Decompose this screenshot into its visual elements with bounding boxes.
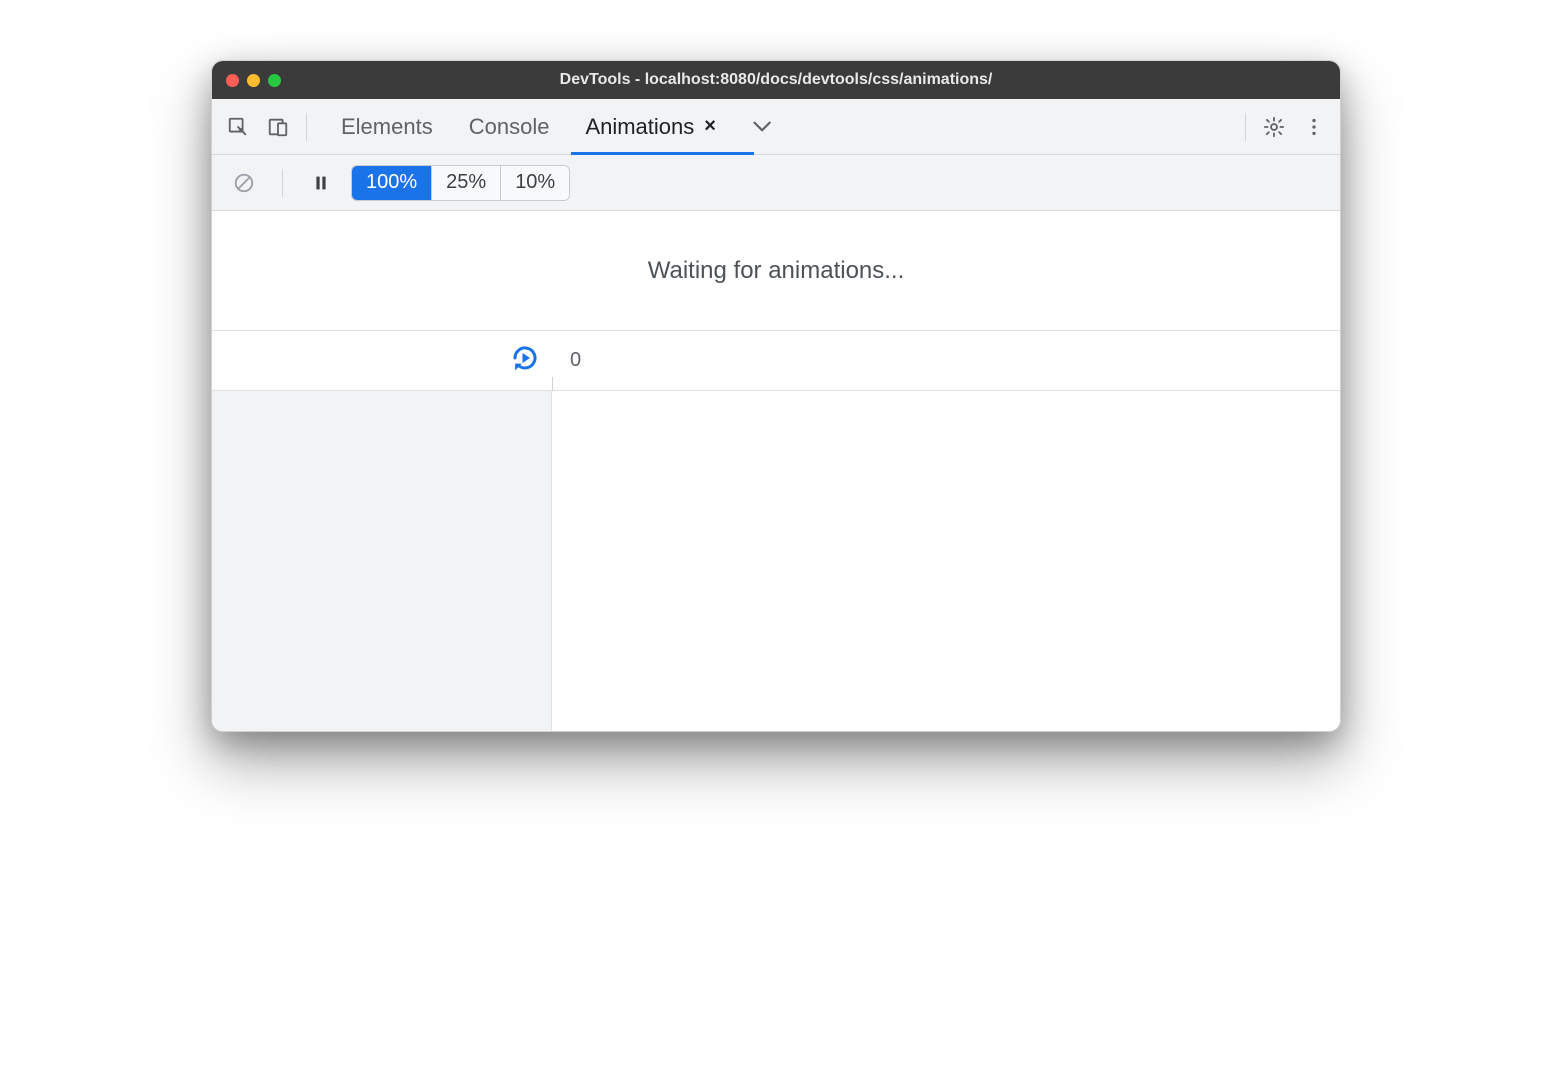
close-icon[interactable]: × — [704, 115, 716, 138]
speed-label: 100% — [366, 171, 417, 194]
tick-label-0: 0 — [570, 349, 581, 372]
timeline-pane[interactable] — [552, 391, 1340, 731]
divider — [282, 169, 283, 197]
tab-label: Console — [469, 114, 550, 140]
minimize-window-button[interactable] — [247, 74, 260, 87]
speed-label: 10% — [515, 171, 555, 194]
tab-label: Animations — [585, 114, 694, 140]
inspect-element-icon[interactable] — [218, 107, 258, 147]
window-title: DevTools - localhost:8080/docs/devtools/… — [212, 71, 1340, 89]
traffic-lights — [226, 74, 281, 87]
devtools-window: DevTools - localhost:8080/docs/devtools/… — [211, 60, 1341, 732]
waiting-message: Waiting for animations... — [212, 211, 1340, 331]
pause-icon[interactable] — [301, 163, 341, 203]
tab-label: Elements — [341, 114, 433, 140]
speed-25-button[interactable]: 25% — [431, 166, 500, 200]
kebab-menu-icon[interactable] — [1294, 107, 1334, 147]
animation-list-pane — [212, 391, 552, 731]
divider — [1245, 113, 1246, 141]
replay-icon[interactable] — [510, 343, 540, 378]
zoom-window-button[interactable] — [268, 74, 281, 87]
waiting-text: Waiting for animations... — [648, 257, 905, 285]
timeline-ruler[interactable]: 0 — [552, 331, 1340, 390]
more-tabs-icon[interactable] — [748, 107, 774, 147]
right-actions — [1237, 107, 1334, 147]
tabs: Elements Console Animations × — [337, 102, 1237, 152]
speed-group: 100% 25% 10% — [351, 165, 570, 201]
tab-elements[interactable]: Elements — [337, 102, 437, 152]
timeline-header-left — [212, 343, 552, 378]
titlebar: DevTools - localhost:8080/docs/devtools/… — [212, 61, 1340, 99]
timeline-header: 0 — [212, 331, 1340, 391]
speed-label: 25% — [446, 171, 486, 194]
main-tabstrip: Elements Console Animations × — [212, 99, 1340, 155]
speed-10-button[interactable]: 10% — [500, 166, 569, 200]
divider — [306, 113, 307, 141]
tab-console[interactable]: Console — [465, 102, 554, 152]
tick-line — [552, 377, 553, 391]
tab-animations[interactable]: Animations × — [581, 102, 720, 152]
timeline-body — [212, 391, 1340, 731]
device-toolbar-icon[interactable] — [258, 107, 298, 147]
close-window-button[interactable] — [226, 74, 239, 87]
speed-100-button[interactable]: 100% — [352, 166, 431, 200]
gear-icon[interactable] — [1254, 107, 1294, 147]
animations-toolbar: 100% 25% 10% — [212, 155, 1340, 211]
clear-icon[interactable] — [224, 163, 264, 203]
